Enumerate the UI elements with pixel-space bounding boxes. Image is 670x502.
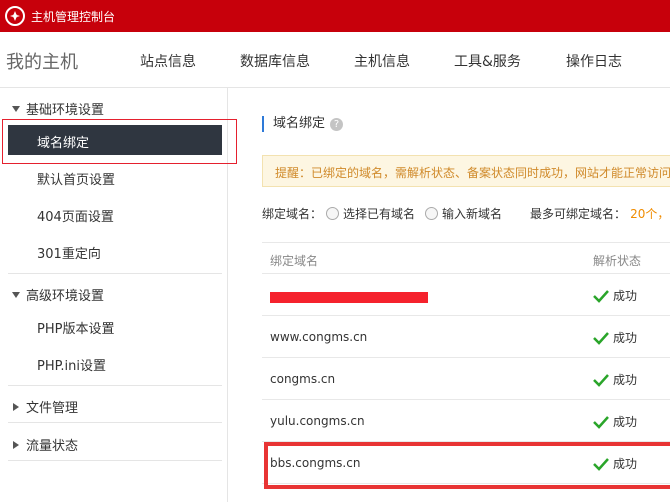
highlight-box	[2, 119, 237, 164]
huawei-logo-icon[interactable]	[5, 6, 25, 26]
check-icon	[593, 373, 609, 387]
sidebar-group-label: 高级环境设置	[26, 289, 105, 304]
sidebar-group-file-management[interactable]: 文件管理	[12, 397, 78, 416]
page-title: 域名绑定 ?	[262, 116, 344, 132]
top-bar: 主机管理控制台	[0, 0, 670, 32]
table-row: congms.cn 成功	[262, 358, 670, 400]
help-icon[interactable]: ?	[330, 117, 344, 131]
table-row: yulu.congms.cn 成功	[262, 400, 670, 442]
nav-database-info[interactable]: 数据库信息	[240, 51, 310, 71]
radio-existing-domain[interactable]	[326, 207, 340, 220]
check-icon	[593, 415, 609, 429]
bind-label: 绑定域名：	[262, 207, 323, 221]
column-header-status: 解析状态	[593, 254, 642, 268]
sidebar-item-301-redirect[interactable]: 301重定向	[37, 243, 101, 262]
status-text: 成功	[613, 289, 638, 303]
redacted-domain	[270, 292, 428, 303]
check-icon	[593, 289, 609, 303]
nav-tools-services[interactable]: 工具&服务	[454, 51, 521, 71]
chevron-right-icon	[13, 402, 19, 411]
status-cell: 成功	[593, 287, 637, 304]
nav-operation-log[interactable]: 操作日志	[566, 51, 622, 71]
sidebar-item-default-homepage[interactable]: 默认首页设置	[37, 169, 115, 188]
table-row: 成功	[262, 274, 670, 316]
chevron-down-icon	[12, 291, 20, 298]
brand-title: 我的主机	[6, 52, 78, 73]
status-cell: 成功	[593, 371, 637, 388]
nav-site-info[interactable]: 站点信息	[140, 51, 196, 71]
main-nav: 我的主机 站点信息 数据库信息 主机信息 工具&服务 操作日志	[0, 32, 670, 88]
highlight-box	[264, 442, 670, 489]
sidebar-item-php-version[interactable]: PHP版本设置	[37, 318, 114, 337]
notice-banner: 提醒：已绑定的域名，需解析状态、备案状态同时成功，网站才能正常访问	[262, 155, 670, 187]
sidebar-group-label: 流量状态	[26, 439, 79, 454]
nav-host-info[interactable]: 主机信息	[354, 51, 410, 71]
status-cell: 成功	[593, 329, 637, 346]
sidebar-item-404-page[interactable]: 404页面设置	[37, 206, 114, 225]
sidebar-group-advanced[interactable]: 高级环境设置	[12, 285, 104, 304]
sidebar-group-traffic-status[interactable]: 流量状态	[12, 435, 78, 454]
domain-cell: www.congms.cn	[270, 330, 368, 344]
status-text: 成功	[613, 373, 638, 387]
sidebar-group-label: 文件管理	[26, 401, 79, 416]
chevron-down-icon	[12, 105, 20, 112]
radio-new-label[interactable]: 输入新域名	[442, 205, 502, 222]
app-title: 主机管理控制台	[31, 9, 116, 24]
main-content: 域名绑定 ? 提醒：已绑定的域名，需解析状态、备案状态同时成功，网站才能正常访问…	[229, 88, 670, 502]
divider	[8, 460, 222, 461]
table-header: 绑定域名 解析状态	[262, 242, 670, 274]
sidebar-group-label: 基础环境设置	[26, 103, 105, 118]
section-title-text: 域名绑定	[273, 116, 326, 131]
sidebar-group-basic[interactable]: 基础环境设置	[12, 99, 104, 118]
divider	[8, 385, 222, 386]
column-header-domain: 绑定域名	[270, 254, 319, 268]
domain-cell: congms.cn	[270, 372, 336, 386]
domain-cell: yulu.congms.cn	[270, 414, 365, 428]
status-text: 成功	[613, 331, 638, 345]
max-domains-count: 20个，	[630, 207, 670, 221]
divider	[8, 273, 222, 274]
divider	[8, 422, 222, 423]
bind-domain-options: 绑定域名： 选择已有域名 输入新域名 最多可绑定域名： 20个，	[262, 205, 669, 222]
max-domains-label: 最多可绑定域名：	[530, 207, 627, 221]
chevron-right-icon	[13, 440, 19, 449]
status-cell: 成功	[593, 413, 637, 430]
sidebar-item-php-ini[interactable]: PHP.ini设置	[37, 355, 106, 374]
status-text: 成功	[613, 415, 638, 429]
table-row: www.congms.cn 成功	[262, 316, 670, 358]
radio-existing-label[interactable]: 选择已有域名	[343, 205, 415, 222]
check-icon	[593, 331, 609, 345]
radio-new-domain[interactable]	[425, 207, 439, 220]
